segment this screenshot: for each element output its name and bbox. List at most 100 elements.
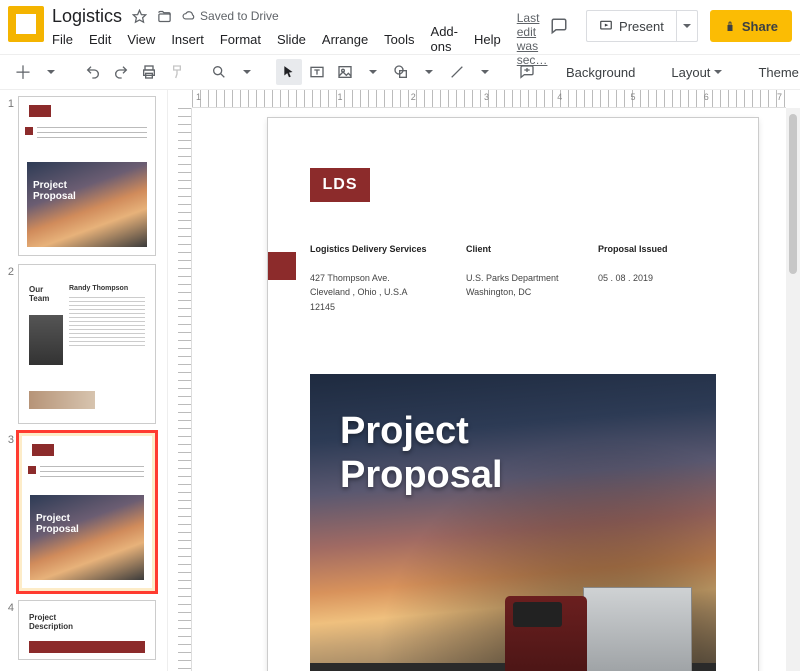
slide-accent-square[interactable] bbox=[268, 252, 296, 280]
thumb-hero-line2: Proposal bbox=[33, 191, 76, 202]
thumb4-bar bbox=[29, 641, 145, 653]
select-tool[interactable] bbox=[276, 59, 302, 85]
hero-cab bbox=[505, 596, 587, 671]
background-button[interactable]: Background bbox=[556, 59, 645, 85]
thumb-hero-line1: Project bbox=[36, 513, 70, 524]
slide-thumb-4[interactable]: Project Description bbox=[18, 600, 156, 660]
thumb-row-2[interactable]: 2 Our Team Randy Thompson bbox=[4, 264, 163, 424]
thumb-hero-line1: Project bbox=[33, 180, 67, 191]
thumb-text-lines bbox=[37, 127, 147, 141]
slide-logo[interactable]: LDS bbox=[310, 168, 370, 202]
new-slide-more[interactable] bbox=[38, 59, 64, 85]
hero-line1: Project bbox=[340, 410, 469, 452]
image-more[interactable] bbox=[360, 59, 386, 85]
ruler-tick: 1 bbox=[196, 92, 201, 106]
col2-title: Client bbox=[466, 244, 491, 254]
share-label: Share bbox=[742, 19, 778, 34]
title-actions: Present Share bbox=[544, 6, 792, 42]
col1-line2: Cleveland , Ohio , U.S.A 12145 bbox=[310, 287, 407, 311]
thumb2-heading: Our Team bbox=[29, 285, 49, 303]
slide-thumb-2[interactable]: Our Team Randy Thompson bbox=[18, 264, 156, 424]
slide-thumb-1[interactable]: Project Proposal bbox=[18, 96, 156, 256]
menu-view[interactable]: View bbox=[127, 32, 155, 47]
layout-label: Layout bbox=[671, 65, 710, 80]
thumb-number: 1 bbox=[4, 96, 14, 110]
theme-button[interactable]: Theme bbox=[748, 59, 800, 85]
col3-title: Proposal Issued bbox=[598, 244, 668, 254]
share-button[interactable]: Share bbox=[710, 10, 792, 42]
redo-button[interactable] bbox=[108, 59, 134, 85]
slide-filmstrip[interactable]: 1 Project Proposal 2 Our Team Randy Thom… bbox=[0, 90, 168, 671]
thumb2-image bbox=[29, 315, 63, 365]
textbox-tool[interactable] bbox=[304, 59, 330, 85]
print-button[interactable] bbox=[136, 59, 162, 85]
col2-line2: Washington, DC bbox=[466, 287, 531, 297]
comments-button[interactable] bbox=[544, 12, 574, 40]
ruler-tick: 2 bbox=[411, 92, 416, 106]
menu-help[interactable]: Help bbox=[474, 32, 501, 47]
title-icons: Saved to Drive bbox=[132, 9, 279, 24]
thumb-hero-label: Project Proposal bbox=[36, 513, 79, 535]
ruler-tick: 7 bbox=[777, 92, 782, 106]
menu-bar: File Edit View Insert Format Slide Arran… bbox=[52, 26, 544, 50]
app-logo-icon[interactable] bbox=[8, 6, 44, 42]
thumb-logo-icon bbox=[29, 105, 51, 117]
thumb2-body bbox=[69, 297, 145, 347]
thumb-row-1[interactable]: 1 Project Proposal bbox=[4, 96, 163, 256]
menu-edit[interactable]: Edit bbox=[89, 32, 111, 47]
shape-tool[interactable] bbox=[388, 59, 414, 85]
layout-button[interactable]: Layout bbox=[661, 59, 732, 85]
chevron-down-icon bbox=[47, 70, 55, 78]
comment-tool[interactable] bbox=[514, 59, 540, 85]
menu-tools[interactable]: Tools bbox=[384, 32, 414, 47]
title-row: Logistics Saved to Drive bbox=[52, 6, 544, 26]
zoom-button[interactable] bbox=[206, 59, 232, 85]
image-tool[interactable] bbox=[332, 59, 358, 85]
vertical-scrollbar[interactable] bbox=[786, 108, 800, 671]
slide-column-client[interactable]: Client U.S. Parks Department Washington,… bbox=[466, 242, 586, 300]
thumb-hero-image: Project Proposal bbox=[27, 162, 147, 247]
thumb-row-3[interactable]: 3 Project Proposal bbox=[4, 432, 163, 592]
slide-hero-title[interactable]: Project Proposal bbox=[340, 410, 503, 497]
thumb-accent-icon bbox=[25, 127, 33, 135]
paint-format-button[interactable] bbox=[164, 59, 190, 85]
menu-arrange[interactable]: Arrange bbox=[322, 32, 368, 47]
move-icon[interactable] bbox=[157, 9, 172, 24]
saved-state-label: Saved to Drive bbox=[200, 9, 279, 23]
present-more-button[interactable] bbox=[676, 10, 698, 42]
col3-line1: 05 . 08 . 2019 bbox=[598, 273, 653, 283]
menu-slide[interactable]: Slide bbox=[277, 32, 306, 47]
menu-file[interactable]: File bbox=[52, 32, 73, 47]
line-more[interactable] bbox=[472, 59, 498, 85]
chevron-down-icon bbox=[425, 70, 433, 78]
slide-column-date[interactable]: Proposal Issued 05 . 08 . 2019 bbox=[598, 242, 718, 285]
slide-thumb-3-selected[interactable]: Project Proposal bbox=[18, 432, 156, 592]
thumb-number: 2 bbox=[4, 264, 14, 278]
menu-insert[interactable]: Insert bbox=[171, 32, 204, 47]
hero-trailer bbox=[583, 587, 691, 671]
slide-canvas[interactable]: LDS Logistics Delivery Services 427 Thom… bbox=[268, 118, 758, 671]
ruler-tick: 1 bbox=[337, 92, 342, 106]
ruler-vertical[interactable] bbox=[178, 108, 192, 671]
line-tool[interactable] bbox=[444, 59, 470, 85]
saved-state[interactable]: Saved to Drive bbox=[182, 9, 279, 23]
undo-button[interactable] bbox=[80, 59, 106, 85]
document-title[interactable]: Logistics bbox=[52, 6, 122, 27]
menu-addons[interactable]: Add-ons bbox=[431, 24, 458, 54]
slide-column-company[interactable]: Logistics Delivery Services 427 Thompson… bbox=[310, 242, 430, 314]
chevron-down-icon bbox=[714, 70, 722, 78]
hero-truck-icon bbox=[505, 560, 692, 671]
new-slide-button[interactable]: ＋ bbox=[10, 59, 36, 85]
title-bar: Logistics Saved to Drive File Edit View … bbox=[0, 0, 800, 50]
thumb-hero-label: Project Proposal bbox=[33, 180, 76, 202]
present-button[interactable]: Present bbox=[586, 10, 676, 42]
star-icon[interactable] bbox=[132, 9, 147, 24]
chevron-down-icon bbox=[481, 70, 489, 78]
shape-more[interactable] bbox=[416, 59, 442, 85]
slide-hero-image[interactable]: Project Proposal bbox=[310, 374, 716, 671]
zoom-more[interactable] bbox=[234, 59, 260, 85]
ruler-tick: 6 bbox=[704, 92, 709, 106]
menu-format[interactable]: Format bbox=[220, 32, 261, 47]
thumb-row-4[interactable]: 4 Project Description bbox=[4, 600, 163, 660]
chevron-down-icon bbox=[369, 70, 377, 78]
